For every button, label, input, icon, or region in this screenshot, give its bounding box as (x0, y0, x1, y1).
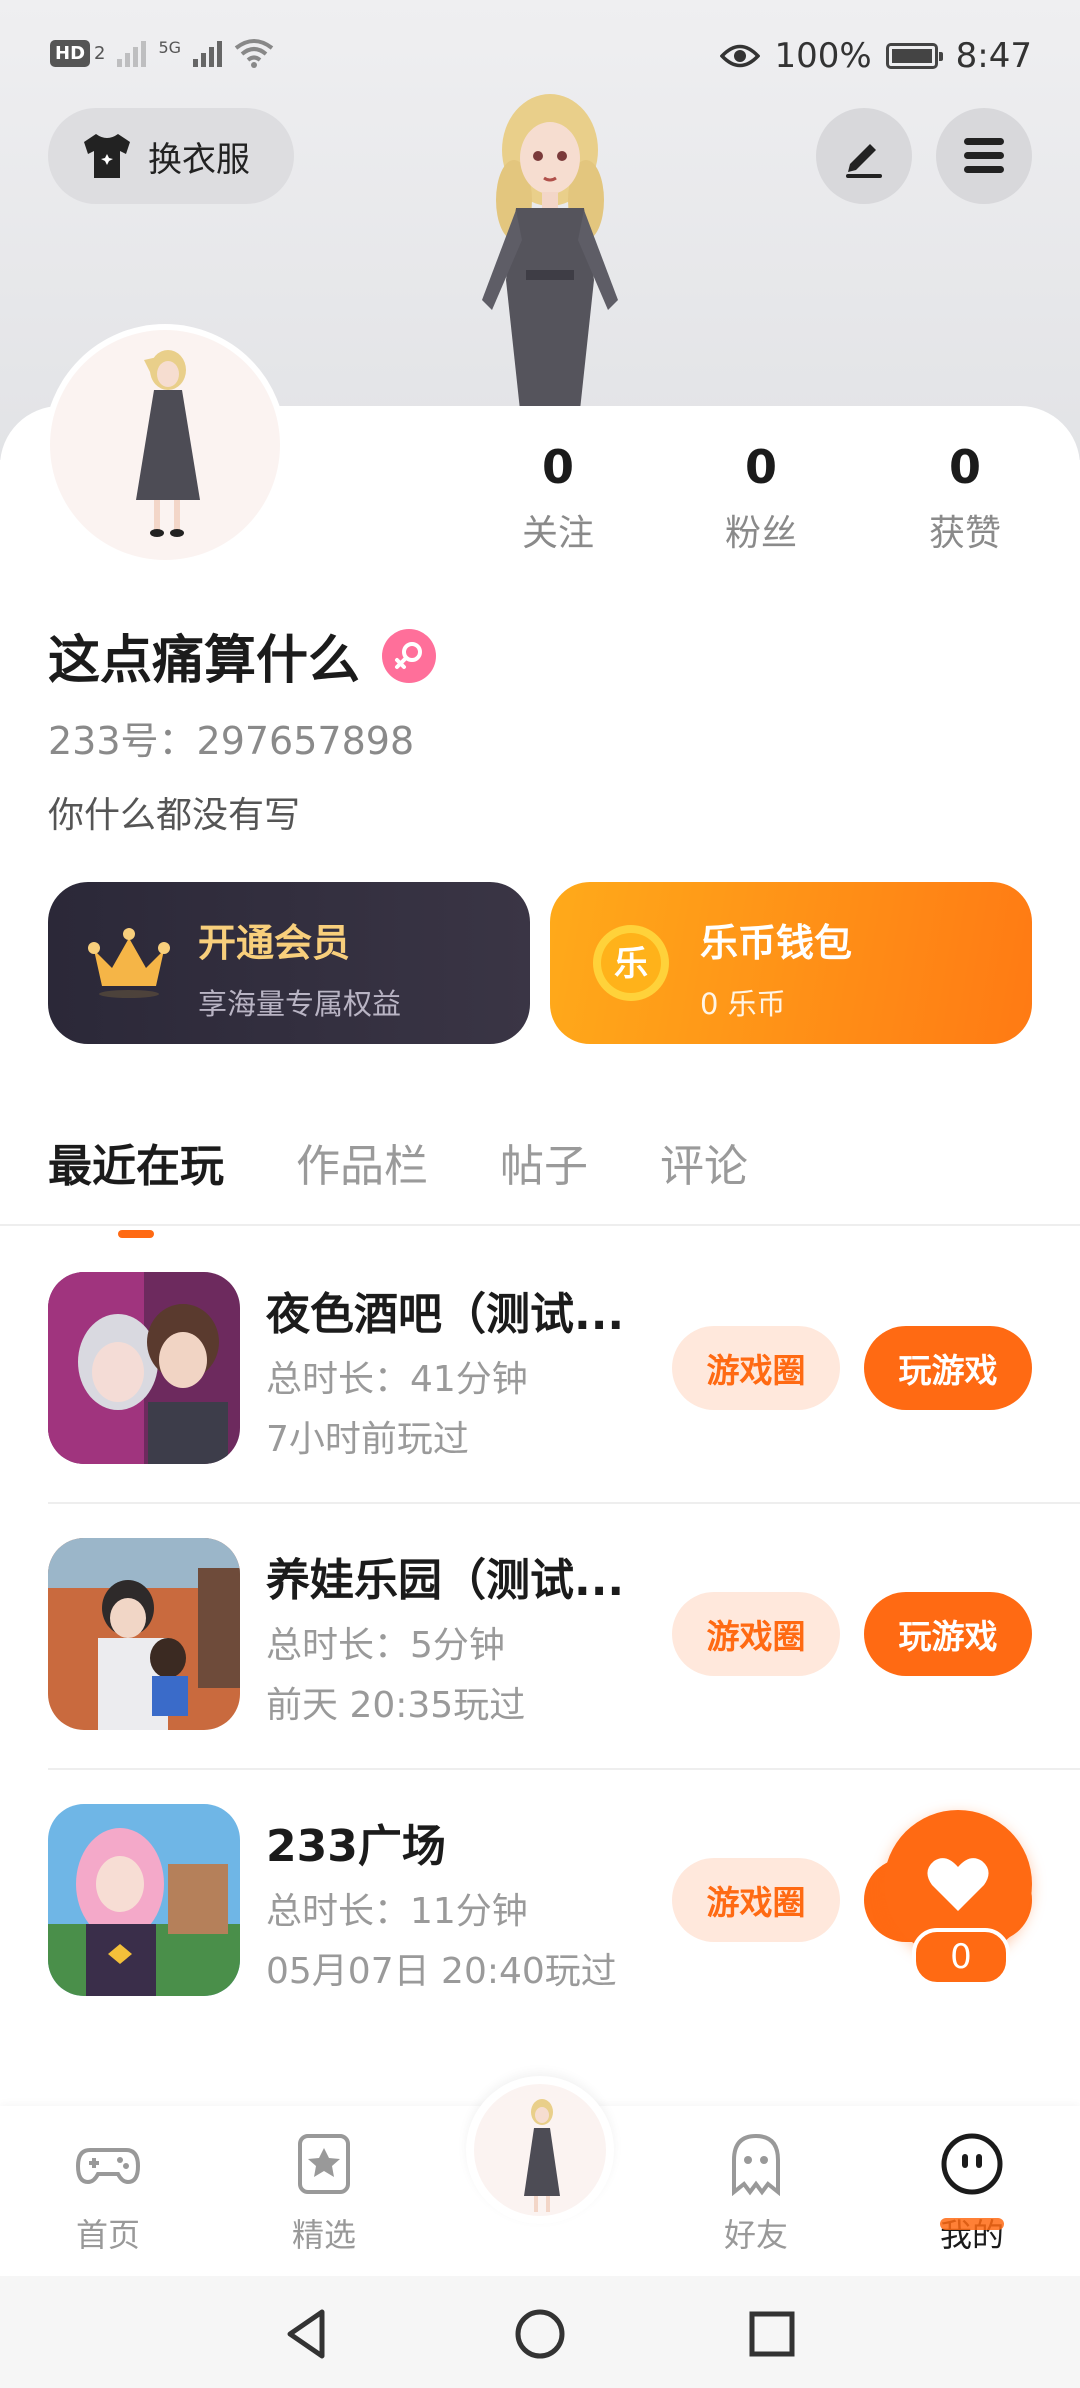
profile-tabs: 最近在玩 作品栏 帖子 评论 (48, 1130, 748, 1238)
tab-comments[interactable]: 评论 (660, 1130, 748, 1194)
signal-1-icon (117, 39, 147, 67)
ghost-icon (732, 2133, 780, 2197)
stat-followers[interactable]: 0 粉丝 (681, 440, 841, 556)
tab-posts[interactable]: 帖子 (500, 1130, 588, 1194)
menu-button[interactable] (936, 108, 1032, 204)
followers-label: 粉丝 (724, 513, 797, 554)
list-item[interactable]: 夜色酒吧（测试... 总时长：41分钟 7小时前玩过 游戏圈 玩游戏 (48, 1272, 1032, 1466)
likes-count: 0 (948, 440, 981, 494)
game-name: 233广场 (266, 1821, 446, 1872)
shirt-icon (84, 134, 130, 178)
crown-icon (88, 928, 170, 998)
wifi-icon (234, 39, 274, 68)
tab-works[interactable]: 作品栏 (296, 1130, 428, 1194)
battery-percent: 100% (774, 36, 872, 76)
stat-likes[interactable]: 0 获赞 (885, 440, 1045, 556)
likes-label: 获赞 (928, 513, 1001, 554)
nav-label-home: 首页 (75, 2216, 140, 2254)
play-game-button[interactable]: 玩游戏 (864, 1326, 1032, 1410)
stat-following[interactable]: 0 关注 (478, 440, 638, 556)
coin-char: 乐 (614, 944, 648, 984)
game-name: 夜色酒吧（测试... (266, 1289, 625, 1340)
signal-2-icon (193, 39, 223, 67)
like-count: 0 (912, 1928, 1010, 1986)
vip-membership-card[interactable]: 开通会员 享海量专属权益 (48, 882, 530, 1044)
play-game-button[interactable]: 玩游戏 (864, 1592, 1032, 1676)
avatar[interactable] (50, 330, 280, 560)
followers-count: 0 (744, 440, 777, 494)
username: 这点痛算什么 (48, 631, 361, 691)
nav-item-home[interactable]: 首页 (38, 2132, 178, 2256)
username-row: 这点痛算什么 (48, 618, 437, 693)
game-duration: 总时长：41分钟 (266, 1359, 528, 1400)
nav-label-mine: 我的 (939, 2216, 1004, 2254)
pencil-icon (846, 144, 882, 178)
change-outfit-button[interactable]: 换衣服 (48, 108, 294, 204)
game-thumbnail (48, 1804, 240, 1996)
status-left: HD 2 5G (50, 38, 274, 68)
battery-icon (885, 43, 943, 69)
game-circle-button[interactable]: 游戏圈 (672, 1592, 840, 1676)
active-indicator (940, 2218, 1004, 2230)
nav-center-avatar[interactable] (466, 2076, 614, 2224)
game-thumbnail (48, 1272, 240, 1464)
nav-label-friends: 好友 (723, 2216, 788, 2254)
nav-item-mine[interactable]: 我的 (902, 2132, 1042, 2256)
nav-item-featured[interactable]: 精选 (254, 2132, 394, 2256)
nav-label-featured: 精选 (291, 2216, 356, 2254)
following-count: 0 (541, 440, 574, 494)
game-last-played: 前天 20:35玩过 (266, 1685, 526, 1726)
back-triangle-icon[interactable] (280, 2306, 336, 2362)
status-right: 100% 8:47 (720, 36, 1032, 76)
user-id: 233号：297657898 (48, 719, 415, 763)
game-last-played: 05月07日 20:40玩过 (266, 1951, 617, 1992)
edit-profile-button[interactable] (816, 108, 912, 204)
vip-title: 开通会员 (198, 921, 351, 965)
gamepad-icon (75, 2148, 141, 2185)
home-circle-icon[interactable] (512, 2306, 568, 2362)
nav-item-friends[interactable]: 好友 (686, 2132, 826, 2256)
heart-icon (927, 1858, 989, 1911)
game-thumbnail (48, 1538, 240, 1730)
list-item[interactable]: 233广场 总时长：11分钟 05月07日 20:40玩过 游戏圈 玩游戏 (48, 1804, 1032, 1998)
user-bio: 你什么都没有写 (48, 795, 301, 836)
bottom-nav: 首页 精选 好友 我的 (0, 2076, 1080, 2276)
system-nav-bar (0, 2276, 1080, 2388)
female-icon (382, 628, 437, 683)
eye-icon (720, 44, 761, 68)
avatar-character-image (136, 350, 200, 537)
game-last-played: 7小时前玩过 (266, 1419, 469, 1460)
game-circle-button[interactable]: 游戏圈 (672, 1858, 840, 1942)
game-duration: 总时长：11分钟 (266, 1891, 528, 1932)
list-item[interactable]: 养娃乐园（测试... 总时长：5分钟 前天 20:35玩过 游戏圈 玩游戏 (48, 1538, 1032, 1732)
hd-tag: HD (50, 39, 91, 67)
tab-recent-played[interactable]: 最近在玩 (48, 1130, 224, 1238)
row-divider (48, 1502, 1080, 1504)
character-model-image[interactable] (430, 80, 670, 410)
game-name: 养娃乐园（测试... (266, 1555, 625, 1606)
net-type: 5G (158, 38, 182, 57)
smiley-icon (941, 2133, 1003, 2195)
hd-sub: 2 (94, 42, 106, 64)
coin-icon: 乐 (593, 925, 669, 1001)
hamburger-menu-icon (964, 138, 1004, 173)
vip-subtitle: 享海量专属权益 (198, 987, 402, 1021)
row-divider (48, 1768, 1080, 1770)
clock: 8:47 (955, 36, 1032, 76)
tabs-divider (0, 1224, 1080, 1226)
star-card-icon (298, 2134, 350, 2194)
wallet-balance: 0 乐币 (700, 987, 786, 1021)
wallet-title: 乐币钱包 (700, 921, 853, 965)
change-outfit-label: 换衣服 (148, 139, 250, 180)
following-label: 关注 (521, 513, 594, 554)
recents-square-icon[interactable] (744, 2306, 800, 2362)
game-duration: 总时长：5分钟 (266, 1625, 505, 1666)
game-circle-button[interactable]: 游戏圈 (672, 1326, 840, 1410)
center-avatar-image (524, 2099, 560, 2212)
wallet-card[interactable]: 乐 乐币钱包 0 乐币 (550, 882, 1032, 1044)
